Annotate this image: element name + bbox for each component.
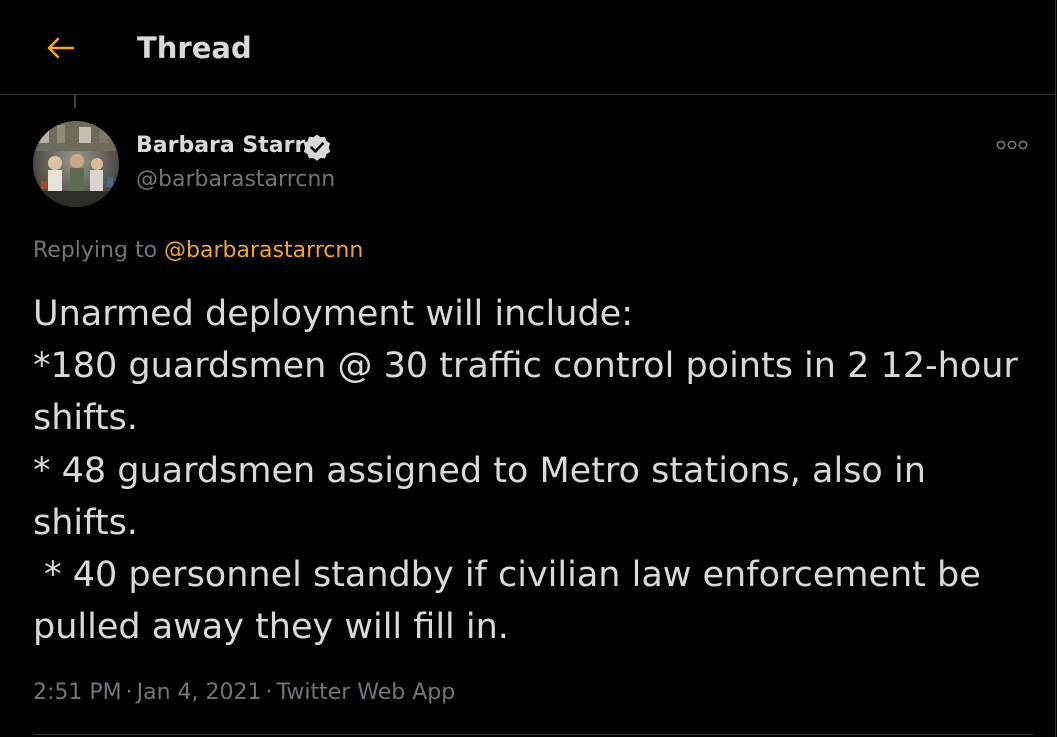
author-name[interactable]: Barbara Starr bbox=[136, 131, 305, 161]
page-header: Thread bbox=[0, 0, 1056, 95]
thread-page: Thread Barbara Starr @barbarastarrcnn Re… bbox=[0, 0, 1056, 737]
meta-separator: · bbox=[125, 680, 133, 705]
page-title: Thread bbox=[137, 31, 252, 65]
arrow-left-icon bbox=[47, 37, 75, 59]
avatar[interactable] bbox=[33, 121, 119, 207]
tweet-source[interactable]: Twitter Web App bbox=[277, 680, 456, 705]
avatar-photo bbox=[33, 121, 119, 207]
tweet-metadata: 2:51 PM · Jan 4, 2021 · Twitter Web App bbox=[33, 677, 455, 709]
more-options-icon[interactable] bbox=[992, 130, 1032, 160]
meta-separator: · bbox=[265, 680, 273, 705]
divider bbox=[33, 734, 1033, 735]
tweet-text: Unarmed deployment will include: *180 gu… bbox=[33, 294, 1018, 648]
author-handle[interactable]: @barbarastarrcnn bbox=[136, 165, 335, 195]
verified-badge-icon bbox=[303, 134, 331, 161]
replying-to-label: Replying to bbox=[33, 238, 158, 263]
back-button[interactable] bbox=[30, 21, 90, 75]
tweet-time[interactable]: 2:51 PM bbox=[33, 680, 122, 705]
tweet-date[interactable]: Jan 4, 2021 bbox=[137, 680, 262, 705]
replying-to-handle-link[interactable]: @barbarastarrcnn bbox=[164, 238, 363, 263]
thread-connector-line bbox=[74, 95, 76, 108]
replying-to-line: Replying to @barbarastarrcnn bbox=[33, 236, 363, 266]
